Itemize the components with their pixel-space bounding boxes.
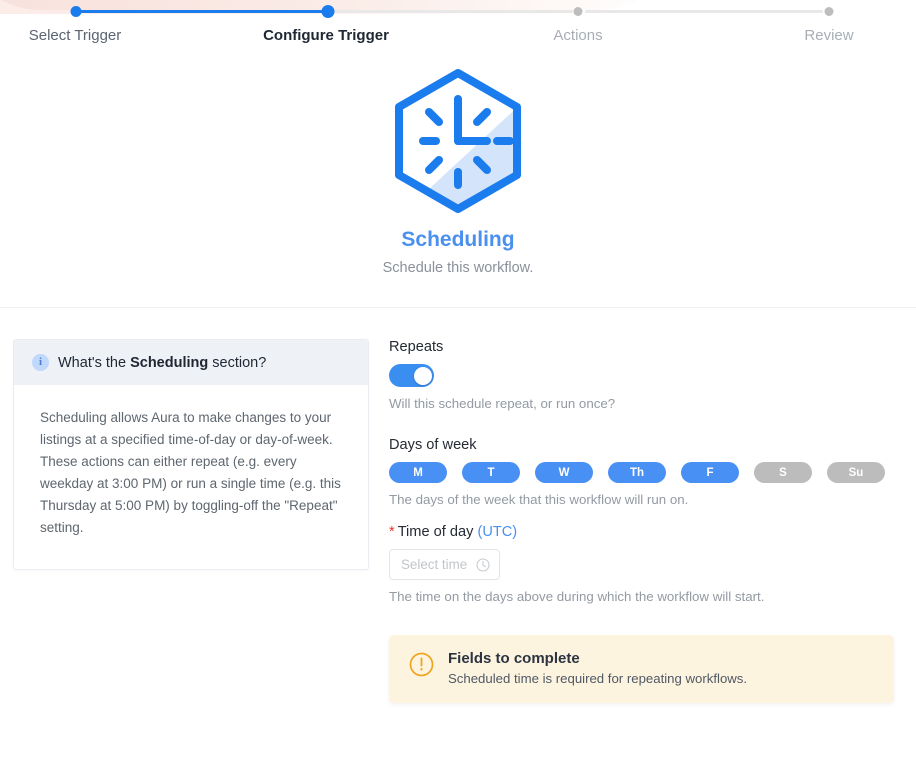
repeats-toggle[interactable] (389, 364, 434, 387)
time-of-day-hint: The time on the days above during which … (389, 589, 765, 604)
day-pill-sunday[interactable]: Su (827, 462, 885, 483)
day-pill-monday[interactable]: M (389, 462, 447, 483)
section-divider (0, 307, 916, 308)
day-pill-thursday[interactable]: Th (608, 462, 666, 483)
time-input-placeholder: Select time (401, 557, 468, 572)
wizard-stepper: Select Trigger Configure Trigger Actions… (0, 0, 916, 60)
days-of-week-label: Days of week (389, 437, 477, 453)
stepper-dot-select-trigger[interactable] (70, 6, 82, 17)
info-heading-prefix: What's the (58, 354, 131, 371)
stepper-label-select-trigger[interactable]: Select Trigger (29, 27, 122, 44)
timezone-label: (UTC) (477, 524, 518, 540)
info-card-header: i What's the Scheduling section? (14, 340, 368, 385)
hexagon-clock-icon (395, 69, 521, 213)
stepper-label-review[interactable]: Review (804, 27, 853, 44)
time-input[interactable]: Select time (389, 549, 500, 580)
repeats-label: Repeats (389, 339, 444, 355)
info-card-body: Scheduling allows Aura to make changes t… (40, 410, 341, 535)
stepper-track-pending-2 (585, 10, 823, 13)
day-pill-saturday[interactable]: S (754, 462, 812, 483)
stepper-dot-configure-trigger[interactable] (321, 5, 335, 18)
stepper-track-pending-1 (333, 10, 573, 13)
info-card-heading: What's the Scheduling section? (58, 355, 266, 371)
warning-circle-icon (409, 652, 434, 677)
stepper-label-configure-trigger[interactable]: Configure Trigger (263, 27, 389, 44)
stepper-dot-actions[interactable] (573, 7, 583, 16)
trigger-hero: Scheduling Schedule this workflow. (0, 66, 916, 276)
page-title: Scheduling (401, 228, 515, 251)
repeats-field: Repeats Will this schedule repeat, or ru… (389, 339, 894, 411)
repeats-hint: Will this schedule repeat, or run once? (389, 396, 616, 411)
time-of-day-label: * Time of day (UTC) (389, 524, 894, 540)
stepper-track-completed (80, 10, 326, 13)
day-pill-friday[interactable]: F (681, 462, 739, 483)
info-heading-suffix: section? (208, 354, 267, 371)
info-heading-bold: Scheduling (130, 354, 209, 371)
days-of-week-field: Days of week M T W Th F S Su The days of… (389, 437, 894, 507)
day-pill-tuesday[interactable]: T (462, 462, 520, 483)
stepper-label-actions[interactable]: Actions (553, 27, 602, 44)
days-of-week-pills: M T W Th F S Su (389, 462, 894, 483)
warning-title: Fields to complete (448, 650, 580, 667)
stepper-dot-review[interactable] (824, 7, 834, 16)
warning-text-block: Fields to complete Scheduled time is req… (448, 650, 747, 686)
time-of-day-field: * Time of day (UTC) Select time The time … (389, 524, 894, 604)
time-of-day-label-text: Time of day (397, 524, 478, 540)
required-asterisk: * (389, 524, 395, 540)
configure-trigger-form: Repeats Will this schedule repeat, or ru… (389, 339, 894, 703)
repeats-toggle-knob (413, 366, 432, 385)
days-of-week-hint: The days of the week that this workflow … (389, 492, 689, 507)
info-card: i What's the Scheduling section? Schedul… (13, 339, 369, 570)
info-icon: i (32, 354, 49, 371)
day-pill-wednesday[interactable]: W (535, 462, 593, 483)
warning-message: Scheduled time is required for repeating… (448, 671, 748, 686)
page-subtitle: Schedule this workflow. (382, 260, 534, 276)
validation-warning-banner: Fields to complete Scheduled time is req… (389, 635, 894, 703)
clock-icon (476, 557, 490, 572)
